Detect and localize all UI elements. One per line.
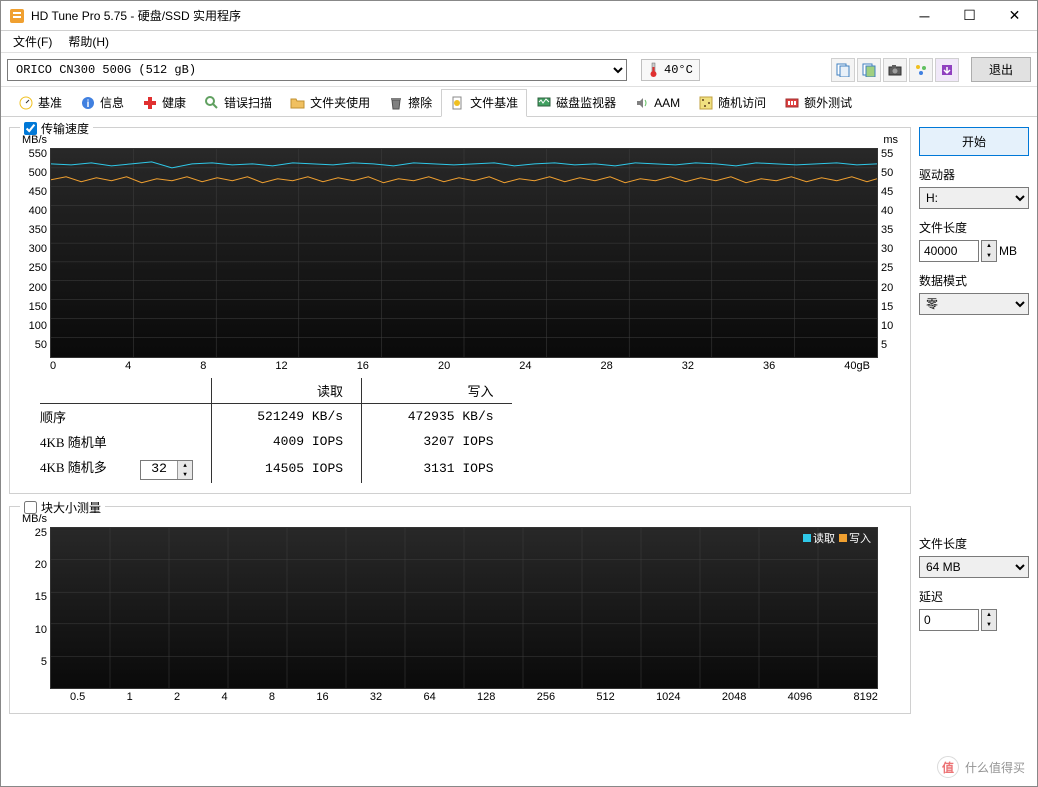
chart2-wrap: 252015105 读取 写入 <box>20 527 900 689</box>
chart1-yaxis-left: 55050045040035030025020015010050 <box>20 148 50 358</box>
spin-down-icon[interactable]: ▼ <box>178 470 192 479</box>
close-button[interactable]: ✕ <box>992 1 1037 30</box>
monitor-icon <box>536 95 552 111</box>
chart1-yaxis-right: 555045403530252015105 <box>878 148 900 358</box>
spin-down-icon[interactable]: ▼ <box>982 620 996 630</box>
tab-random[interactable]: 随机访问 <box>689 89 775 116</box>
save-icon[interactable] <box>935 58 959 82</box>
chart1-xaxis: 0481216202428323640gB <box>50 360 870 372</box>
queue-depth-stepper[interactable]: ▲▼ <box>140 460 193 480</box>
exit-button[interactable]: 退出 <box>971 57 1031 82</box>
chart1-wrap: 55050045040035030025020015010050 <box>20 148 900 358</box>
tab-folder[interactable]: 文件夹使用 <box>281 89 379 116</box>
watermark-icon: 值 <box>937 756 959 778</box>
chart2-yaxis-left: 252015105 <box>20 527 50 689</box>
device-select[interactable]: ORICO CN300 500G (512 gB) <box>7 59 627 81</box>
pattern-select[interactable]: 零 <box>919 293 1029 315</box>
minimize-button[interactable]: ─ <box>902 1 947 30</box>
tab-info[interactable]: i信息 <box>71 89 133 116</box>
table-row: 顺序521249 KB/s472935 KB/s <box>40 404 512 430</box>
menu-file[interactable]: 文件(F) <box>5 31 60 52</box>
tab-benchmark[interactable]: 基准 <box>9 89 71 116</box>
tab-aam[interactable]: AAM <box>625 90 689 116</box>
chart2-legend: 读取 写入 <box>803 530 871 546</box>
file-gauge-icon <box>450 95 466 111</box>
section-blocksize: 块大小测量 MB/s 252015105 读取 写入 <box>9 506 911 714</box>
start-button[interactable]: 开始 <box>919 127 1029 156</box>
maximize-button[interactable]: ☐ <box>947 1 992 30</box>
speaker-icon <box>634 95 650 111</box>
gauge-icon <box>18 95 34 111</box>
temperature-indicator: 40°C <box>641 59 700 81</box>
menubar: 文件(F) 帮助(H) <box>1 31 1037 53</box>
spin-up-icon[interactable]: ▲ <box>178 461 192 470</box>
y-right-unit: ms <box>883 134 898 146</box>
window-controls: ─ ☐ ✕ <box>902 1 1037 30</box>
options-icon[interactable] <box>909 58 933 82</box>
folder-icon <box>290 95 306 111</box>
filelen1-label: 文件长度 <box>919 219 1029 236</box>
extra-icon <box>784 95 800 111</box>
y-left-unit: MB/s <box>22 134 47 146</box>
main-panel: 传输速度 MB/s ms 550500450400350300250200150… <box>9 127 911 776</box>
table-row: 4KB 随机单4009 IOPS3207 IOPS <box>40 429 512 454</box>
menu-help[interactable]: 帮助(H) <box>60 31 117 52</box>
chart1-area <box>50 148 878 358</box>
filelen1-unit: MB <box>999 244 1017 258</box>
delay-input[interactable] <box>919 609 979 631</box>
random-icon <box>698 95 714 111</box>
thermometer-icon <box>648 62 660 78</box>
app-icon <box>9 8 25 24</box>
tab-erase[interactable]: 擦除 <box>379 89 441 116</box>
svg-text:i: i <box>87 99 90 110</box>
tab-errorscan[interactable]: 错误扫描 <box>195 89 281 116</box>
window-title: HD Tune Pro 5.75 - 硬盘/SSD 实用程序 <box>31 7 902 24</box>
filelen2-select[interactable]: 64 MB <box>919 556 1029 578</box>
filelen1-input[interactable] <box>919 240 979 262</box>
section-transfer: 传输速度 MB/s ms 550500450400350300250200150… <box>9 127 911 494</box>
titlebar: HD Tune Pro 5.75 - 硬盘/SSD 实用程序 ─ ☐ ✕ <box>1 1 1037 31</box>
queue-depth-input[interactable] <box>141 461 177 478</box>
spin-up-icon[interactable]: ▲ <box>982 610 996 620</box>
results-table: 读取写入 顺序521249 KB/s472935 KB/s 4KB 随机单400… <box>40 378 880 483</box>
filelen2-label: 文件长度 <box>919 535 1029 552</box>
chart2-area: 读取 写入 <box>50 527 878 689</box>
temperature-value: 40°C <box>664 63 693 77</box>
info-icon: i <box>80 95 96 111</box>
toolbar-icons <box>829 58 959 82</box>
copy-text-icon[interactable] <box>831 58 855 82</box>
tabbar: 基准 i信息 健康 错误扫描 文件夹使用 擦除 文件基准 磁盘监视器 AAM 随… <box>1 87 1037 117</box>
tab-filebench[interactable]: 文件基准 <box>441 89 527 117</box>
table-row: 4KB 随机多 ▲▼ 14505 IOPS3131 IOPS <box>40 454 512 483</box>
drive-select[interactable]: H: <box>919 187 1029 209</box>
screenshot-icon[interactable] <box>883 58 907 82</box>
delay-label: 延迟 <box>919 588 1029 605</box>
drive-label: 驱动器 <box>919 166 1029 183</box>
tab-extra[interactable]: 额外测试 <box>775 89 861 116</box>
main-window: HD Tune Pro 5.75 - 硬盘/SSD 实用程序 ─ ☐ ✕ 文件(… <box>0 0 1038 787</box>
chart2-y-unit: MB/s <box>22 513 47 525</box>
pattern-label: 数据模式 <box>919 272 1029 289</box>
tab-health[interactable]: 健康 <box>133 89 195 116</box>
tab-monitor[interactable]: 磁盘监视器 <box>527 89 625 116</box>
spin-up-icon[interactable]: ▲ <box>982 241 996 251</box>
chart2-xaxis: 0.512481632641282565121024204840968192 <box>70 691 878 703</box>
side-panel: 开始 驱动器 H: 文件长度 ▲▼ MB 数据模式 零 文件长度 64 MB <box>919 127 1029 776</box>
watermark: 值 什么值得买 <box>937 756 1025 778</box>
content: 传输速度 MB/s ms 550500450400350300250200150… <box>1 117 1037 786</box>
toolbar: ORICO CN300 500G (512 gB) 40°C 退出 <box>1 53 1037 87</box>
health-icon <box>142 95 158 111</box>
spin-down-icon[interactable]: ▼ <box>982 251 996 261</box>
trash-icon <box>388 95 404 111</box>
copy-bitmap-icon[interactable] <box>857 58 881 82</box>
scan-icon <box>204 95 220 111</box>
